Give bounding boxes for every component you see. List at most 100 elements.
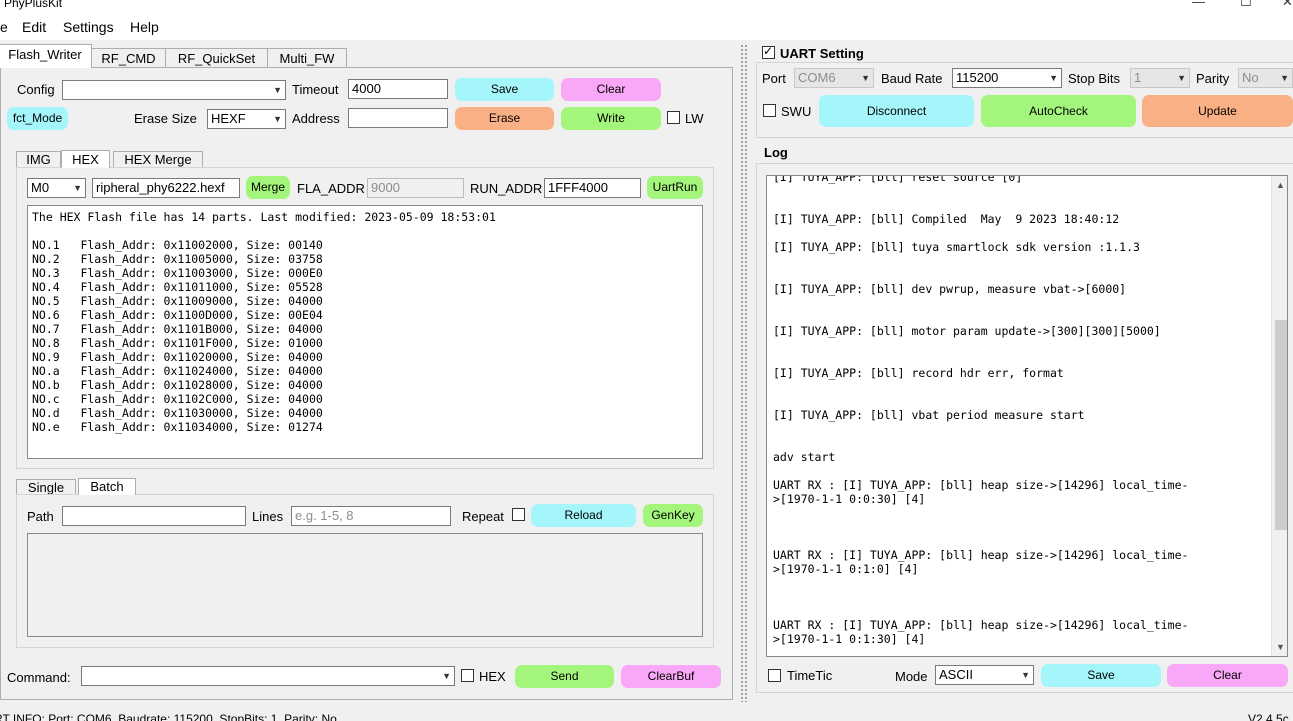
log-line: [I] TUYA_APP: [bll] vbat period measure … — [773, 408, 1085, 422]
clear-config-button[interactable]: Clear — [561, 78, 661, 101]
hex-info-line: NO.3 Flash_Addr: 0x11003000, Size: 000E0 — [32, 266, 323, 280]
swu-checkbox[interactable] — [763, 104, 776, 117]
tab-img[interactable]: IMG — [16, 151, 61, 168]
batch-textarea[interactable] — [27, 533, 703, 637]
main-tabs: Flash_Writer RF_CMD RF_QuickSet Multi_FW — [0, 44, 740, 68]
tab-rf-cmd[interactable]: RF_CMD — [91, 48, 166, 68]
panel-splitter[interactable] — [740, 44, 748, 702]
stop-bits-select[interactable]: 1 ▼ — [1130, 68, 1190, 88]
scroll-up-icon[interactable]: ▲ — [1276, 180, 1285, 190]
reload-button[interactable]: Reload — [531, 504, 636, 527]
menu-file[interactable]: e — [0, 19, 8, 35]
hex-info-line: NO.a Flash_Addr: 0x11024000, Size: 04000 — [32, 364, 323, 378]
port-select[interactable]: COM6 ▼ — [794, 68, 874, 88]
swu-label: SWU — [781, 104, 812, 119]
clear-log-button[interactable]: Clear — [1167, 664, 1288, 687]
chevron-down-icon: ▼ — [1177, 73, 1186, 83]
parity-select[interactable]: No ▼ — [1238, 68, 1293, 88]
config-select[interactable]: ▼ — [62, 80, 286, 100]
hex-info-line: NO.4 Flash_Addr: 0x11011000, Size: 05528 — [32, 280, 323, 294]
status-text: RT INFO: Port: COM6, Baudrate: 115200, S… — [0, 712, 337, 721]
baud-rate-select[interactable]: 115200 ▼ — [952, 68, 1062, 88]
chevron-down-icon: ▼ — [273, 85, 282, 95]
lines-input[interactable]: e.g. 1-5, 8 — [291, 506, 451, 526]
log-line: [I] TUYA_APP: [bll] motor param update->… — [773, 324, 1161, 338]
repeat-checkbox[interactable] — [512, 508, 525, 521]
disconnect-button[interactable]: Disconnect — [819, 95, 974, 127]
repeat-label: Repeat — [462, 509, 504, 524]
address-input[interactable] — [348, 108, 448, 128]
tab-flash-writer[interactable]: Flash_Writer — [0, 44, 92, 68]
core-select[interactable]: M0 ▼ — [27, 178, 86, 198]
menu-help[interactable]: Help — [130, 19, 159, 35]
tab-batch[interactable]: Batch — [78, 478, 136, 495]
log-line: >[1970-1-1 0:0:30] [4] — [773, 492, 926, 506]
autocheck-button[interactable]: AutoCheck — [981, 95, 1136, 127]
tab-hex[interactable]: HEX — [61, 150, 110, 168]
command-input[interactable]: ▼ — [81, 666, 455, 686]
log-line: >[1970-1-1 0:1:30] [4] — [773, 632, 926, 646]
save-log-button[interactable]: Save — [1041, 664, 1161, 687]
tab-hex-merge[interactable]: HEX Merge — [113, 151, 203, 168]
log-line: UART RX : [I] TUYA_APP: [bll] heap size-… — [773, 478, 1189, 492]
log-line: adv start — [773, 450, 836, 464]
version-text: V2.4.5c — [1248, 712, 1289, 721]
clearbuf-button[interactable]: ClearBuf — [621, 665, 721, 688]
chevron-down-icon: ▼ — [1021, 670, 1030, 680]
menu-edit[interactable]: Edit — [22, 19, 46, 35]
window-title: PhyPlusKit — [4, 0, 63, 10]
log-textarea[interactable]: [I] TUYA_APP: [bll] reset source [0] [I]… — [766, 175, 1288, 657]
hex-checkbox[interactable] — [461, 669, 474, 682]
hex-info-line: NO.c Flash_Addr: 0x1102C000, Size: 04000 — [32, 392, 323, 406]
log-line: >[1970-1-1 0:1:0] [4] — [773, 562, 919, 576]
path-input[interactable] — [62, 506, 246, 526]
genkey-button[interactable]: GenKey — [643, 504, 703, 527]
timetic-checkbox[interactable] — [768, 669, 781, 682]
save-config-button[interactable]: Save — [455, 78, 554, 101]
write-button[interactable]: Write — [561, 107, 661, 130]
timetic-label: TimeTic — [787, 668, 833, 683]
chevron-down-icon: ▼ — [1049, 73, 1058, 83]
chevron-down-icon: ▼ — [73, 183, 82, 193]
maximize-icon[interactable]: ☐ — [1240, 0, 1252, 10]
parity-label: Parity — [1196, 71, 1230, 86]
log-line: [I] TUYA_APP: [bll] dev pwrup, measure v… — [773, 282, 1127, 296]
erase-size-select[interactable]: HEXF ▼ — [207, 109, 286, 129]
lw-checkbox[interactable] — [667, 111, 680, 124]
log-scrollbar-thumb[interactable] — [1275, 320, 1287, 530]
chevron-down-icon: ▼ — [861, 73, 870, 83]
tab-rf-quickset[interactable]: RF_QuickSet — [165, 48, 268, 68]
hex-info-line: NO.7 Flash_Addr: 0x1101B000, Size: 04000 — [32, 322, 323, 336]
run-addr-label: RUN_ADDR — [470, 181, 543, 196]
timeout-input[interactable]: 4000 — [348, 79, 448, 99]
update-button[interactable]: Update — [1142, 95, 1293, 127]
baud-rate-label: Baud Rate — [881, 71, 943, 86]
hex-info-line: NO.b Flash_Addr: 0x11028000, Size: 04000 — [32, 378, 323, 392]
scroll-down-icon[interactable]: ▼ — [1276, 642, 1285, 652]
send-button[interactable]: Send — [515, 665, 614, 688]
menu-settings[interactable]: Settings — [63, 19, 114, 35]
minimize-icon[interactable]: — — [1192, 0, 1205, 9]
erase-button[interactable]: Erase — [455, 107, 554, 130]
log-scrollbar[interactable]: ▲ ▼ — [1271, 176, 1287, 656]
hex-info-textarea[interactable]: The HEX Flash file has 14 parts. Last mo… — [27, 205, 703, 459]
mode-select[interactable]: ASCII ▼ — [935, 665, 1034, 685]
fla-addr-input[interactable]: 9000 — [367, 178, 464, 198]
hex-info-line: NO.8 Flash_Addr: 0x1101F000, Size: 01000 — [32, 336, 323, 350]
hex-info-line: NO.e Flash_Addr: 0x11034000, Size: 01274 — [32, 420, 323, 434]
config-label: Config — [17, 82, 55, 97]
uartrun-button[interactable]: UartRun — [647, 176, 703, 199]
tab-single[interactable]: Single — [16, 479, 76, 495]
chevron-down-icon: ▼ — [273, 114, 282, 124]
uart-setting-checkbox[interactable] — [762, 44, 775, 59]
log-line: UART RX : [I] TUYA_APP: [bll] heap size-… — [773, 548, 1189, 562]
run-addr-input[interactable]: 1FFF4000 — [544, 178, 641, 198]
hex-file-input[interactable]: ripheral_phy6222.hexf — [92, 178, 240, 198]
menu-bar: e Edit Settings Help — [0, 14, 1293, 40]
merge-button[interactable]: Merge — [246, 176, 290, 199]
uart-setting-title: UART Setting — [780, 46, 864, 61]
tab-multi-fw[interactable]: Multi_FW — [267, 48, 347, 68]
close-icon[interactable]: ✕ — [1282, 0, 1293, 10]
log-title: Log — [764, 145, 788, 160]
fct-mode-button[interactable]: fct_Mode — [7, 107, 68, 130]
